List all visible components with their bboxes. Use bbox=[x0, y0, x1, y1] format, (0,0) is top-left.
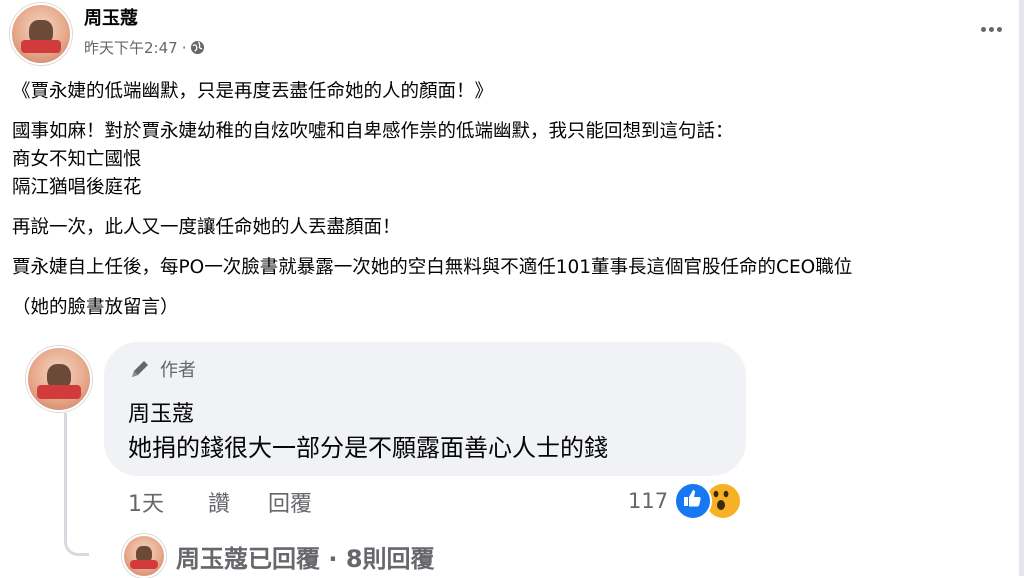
commenter-name[interactable]: 周玉蔻 bbox=[128, 396, 194, 428]
post-line: 賈永婕自上任後，每PO一次臉書就暴露一次她的空白無料與不適任101董事長這個官股… bbox=[12, 257, 853, 278]
reply-button[interactable]: 回覆 bbox=[268, 486, 312, 518]
post-meta: 昨天下午2:47 · bbox=[84, 37, 205, 58]
reply-thread-line bbox=[64, 413, 89, 556]
comment-actions: 1天 讚 回覆 bbox=[128, 486, 312, 518]
globe-icon[interactable] bbox=[190, 40, 205, 55]
like-icon bbox=[674, 482, 713, 520]
avatar-badge bbox=[20, 39, 62, 53]
comment-section: 作者 周玉蔻 她捐的錢很大一部分是不願露面善心人士的錢 1天 讚 回覆 117 bbox=[0, 338, 1019, 578]
post-body: 《賈永婕的低端幽默，只是再度丟盡任命她的人的顏面！》 國事如麻！對於賈永婕幼稚的… bbox=[12, 78, 1012, 322]
comment-text: 她捐的錢很大一部分是不願露面善心人士的錢 bbox=[128, 434, 608, 462]
meta-separator: · bbox=[181, 38, 187, 57]
reaction-count: 117 bbox=[628, 489, 669, 513]
comment-time[interactable]: 1天 bbox=[128, 486, 164, 518]
view-replies-link[interactable]: 周玉蔻已回覆 · 8則回覆 bbox=[122, 534, 435, 578]
comment-bubble: 作者 周玉蔻 她捐的錢很大一部分是不願露面善心人士的錢 bbox=[104, 342, 746, 476]
post-line: 國事如麻！對於賈永婕幼稚的自炫吹噓和自卑感作祟的低端幽默，我只能回想到這句話： bbox=[12, 121, 734, 142]
reply-avatar bbox=[122, 534, 166, 578]
post-timestamp[interactable]: 昨天下午2:47 bbox=[84, 37, 178, 58]
more-options-icon[interactable] bbox=[966, 14, 1016, 44]
avatar-badge bbox=[37, 385, 81, 399]
post-line: 再說一次，此人又一度讓任命她的人丟盡顏面！ bbox=[12, 217, 401, 238]
post-title-line: 《賈永婕的低端幽默，只是再度丟盡任命她的人的顏面！》 bbox=[12, 81, 494, 102]
post-line: 隔江猶唱後庭花 bbox=[12, 177, 142, 198]
author-badge: 作者 bbox=[128, 356, 196, 382]
right-edge-divider bbox=[1019, 0, 1024, 576]
author-badge-label: 作者 bbox=[160, 360, 196, 381]
reactions-summary[interactable]: 117 bbox=[628, 482, 743, 520]
replies-summary: 周玉蔻已回覆 · 8則回覆 bbox=[176, 544, 435, 573]
like-button[interactable]: 讚 bbox=[208, 486, 230, 518]
post-line: 商女不知亡國恨 bbox=[12, 149, 142, 170]
poster-name[interactable]: 周玉蔻 bbox=[84, 4, 138, 30]
pencil-icon bbox=[128, 357, 152, 381]
post-line: （她的臉書放留言） bbox=[12, 297, 179, 318]
avatar-badge bbox=[130, 560, 158, 569]
poster-avatar[interactable] bbox=[10, 3, 72, 65]
commenter-avatar[interactable] bbox=[26, 346, 92, 412]
post-card: 周玉蔻 昨天下午2:47 · 《賈永婕的低端幽默，只是再度丟盡任命她的人的顏面！… bbox=[0, 0, 1024, 338]
